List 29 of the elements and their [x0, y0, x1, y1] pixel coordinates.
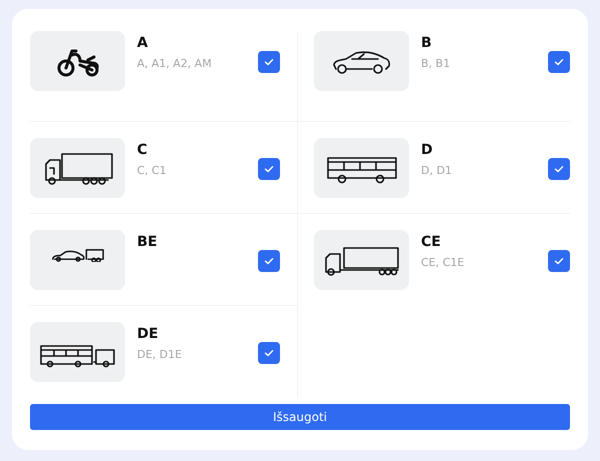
category-title: D	[421, 142, 434, 158]
category-title: B	[421, 35, 433, 51]
save-button[interactable]: Išsaugoti	[30, 404, 570, 430]
checkbox[interactable]	[258, 158, 280, 180]
checkbox[interactable]	[548, 250, 570, 272]
category-title: A	[137, 35, 149, 51]
category-subtitle: C, C1	[137, 164, 168, 177]
checkbox[interactable]	[548, 51, 570, 73]
check-icon	[553, 56, 565, 68]
category-title: C	[137, 142, 148, 158]
category-subtitle: D, D1	[421, 164, 453, 177]
checkbox[interactable]	[258, 51, 280, 73]
checkbox[interactable]	[258, 250, 280, 272]
category-title: DE	[137, 326, 160, 342]
category-title: BE	[137, 234, 158, 250]
check-icon	[553, 255, 565, 267]
category-subtitle: A, A1, A2, AM	[137, 57, 213, 70]
check-icon	[263, 347, 275, 359]
category-subtitle: DE, D1E	[137, 348, 183, 361]
category-subtitle: CE, C1E	[421, 256, 466, 269]
category-subtitle: B, B1	[421, 57, 452, 70]
checkbox[interactable]	[258, 342, 280, 364]
car-with-trailer-icon	[50, 248, 104, 262]
check-icon	[263, 56, 275, 68]
check-icon	[263, 255, 275, 267]
check-icon	[553, 163, 565, 175]
category-title: CE	[421, 234, 442, 250]
check-icon	[263, 163, 275, 175]
checkbox[interactable]	[548, 158, 570, 180]
